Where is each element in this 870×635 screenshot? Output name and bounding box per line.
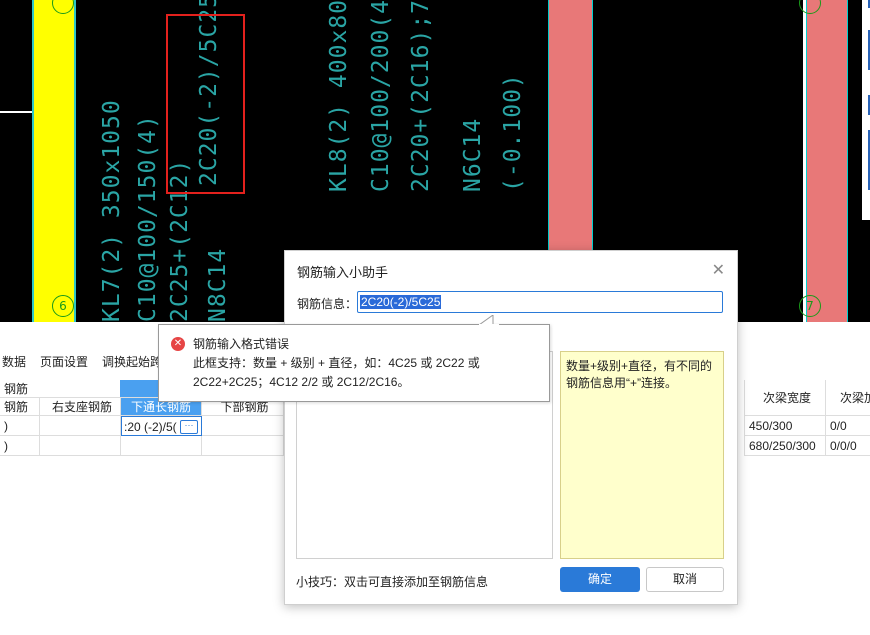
table-cell[interactable]: ) (0, 436, 40, 456)
column-header[interactable]: 右支座钢筋 (40, 398, 121, 416)
table-cell[interactable]: 450/300 (744, 416, 826, 436)
column-header[interactable]: 钢筋 (0, 398, 40, 416)
table-cell[interactable]: ) (0, 416, 40, 436)
rebar-info-input[interactable]: 2C20(-2)/5C25 (357, 291, 723, 313)
ok-button[interactable]: 确定 (560, 567, 640, 592)
column-header[interactable]: 次梁宽度 (744, 380, 826, 416)
rebar-input-helper-dialog: 钢筋输入小助手 ✕ 钢筋信息： 2C20(-2)/5C25 数量+级别+直径，有… (284, 250, 738, 605)
beam-elevation-right: (-0.100) (500, 73, 526, 192)
column-right[interactable] (806, 0, 848, 322)
column-edge (847, 0, 848, 322)
beam-label-right: KL8(2) 400x800 (326, 0, 352, 192)
column-header[interactable]: 次梁加 (826, 380, 870, 416)
tooltip-body: 此框支持：数量 + 级别 + 直径，如：4C25 或 2C22 或 2C22+2… (193, 356, 480, 389)
group-header: 钢筋 (0, 380, 120, 398)
toolbar-data[interactable]: 数据 (0, 353, 28, 370)
table-toolbar: 数据 页面设置 调换起始跨 (0, 350, 164, 372)
axis-line (0, 111, 33, 113)
table-cell[interactable] (202, 436, 284, 456)
beam-side-rebar-right: N6C14 (460, 117, 486, 192)
toolbar-swap-span[interactable]: 调换起始跨 (100, 353, 164, 370)
tooltip-title: 钢筋输入格式错误 (193, 337, 290, 351)
beam-stirrup: C10@100/150(4) (135, 114, 161, 322)
beam-label: KL7(2) 350x1050 (99, 99, 125, 322)
dialog-title: 钢筋输入小助手 (297, 265, 389, 280)
table-cell[interactable]: 680/250/300 (744, 436, 826, 456)
table-cell[interactable] (40, 416, 121, 436)
column-edge (74, 0, 76, 322)
rebar-edit-value: :20 (-2)/5( (124, 420, 177, 434)
table-cell[interactable]: 0/0 (826, 416, 870, 436)
toolbar-page-setup[interactable]: 页面设置 (38, 353, 90, 370)
column-node-label: 6 (52, 295, 74, 317)
column-edge (806, 0, 807, 322)
rebar-info-label: 钢筋信息： (297, 297, 358, 311)
table-cell[interactable]: 0/0/0 (826, 436, 870, 456)
rebar-info-value: 2C20(-2)/5C25 (360, 295, 442, 309)
beam-rebar-right: 2C20+(2C16);7C22 (408, 0, 434, 192)
table-cell[interactable] (121, 436, 202, 456)
format-error-tooltip: ✕ 钢筋输入格式错误 此框支持：数量 + 级别 + 直径，如：4C25 或 2C… (158, 315, 550, 402)
tip-text: 小技巧：双击可直接添加至钢筋信息 (296, 575, 489, 589)
beam-side-rebar: N8C14 (205, 247, 231, 322)
tooltip-pointer (479, 315, 499, 326)
table-cell[interactable] (202, 416, 284, 436)
beam-stirrup-right: C10@100/200(4) (368, 0, 394, 192)
column-left[interactable] (32, 0, 76, 322)
column-edge (32, 0, 34, 322)
close-icon[interactable]: ✕ (712, 260, 725, 280)
table-cell[interactable] (40, 436, 121, 456)
column-node-label: 7 (799, 295, 821, 317)
highlight-box (166, 14, 245, 194)
error-icon: ✕ (171, 337, 185, 351)
rebar-edit-cell[interactable]: :20 (-2)/5( ··· (121, 416, 202, 436)
cancel-button[interactable]: 取消 (646, 567, 724, 592)
format-note: 数量+级别+直径，有不同的钢筋信息用“+”连接。 (560, 351, 724, 559)
ellipsis-button[interactable]: ··· (180, 420, 198, 434)
